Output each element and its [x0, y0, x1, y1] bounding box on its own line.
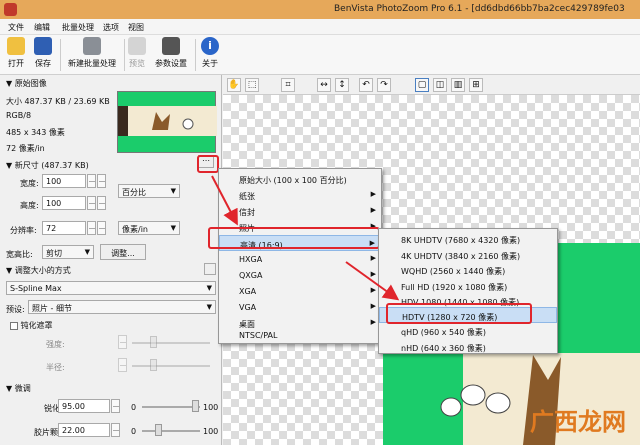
arrow-to-hdtv-item [345, 261, 400, 301]
arrow-to-hd-item [211, 175, 238, 226]
annotation-arrows [211, 175, 400, 301]
watermark: 广西龙网 [530, 407, 626, 436]
